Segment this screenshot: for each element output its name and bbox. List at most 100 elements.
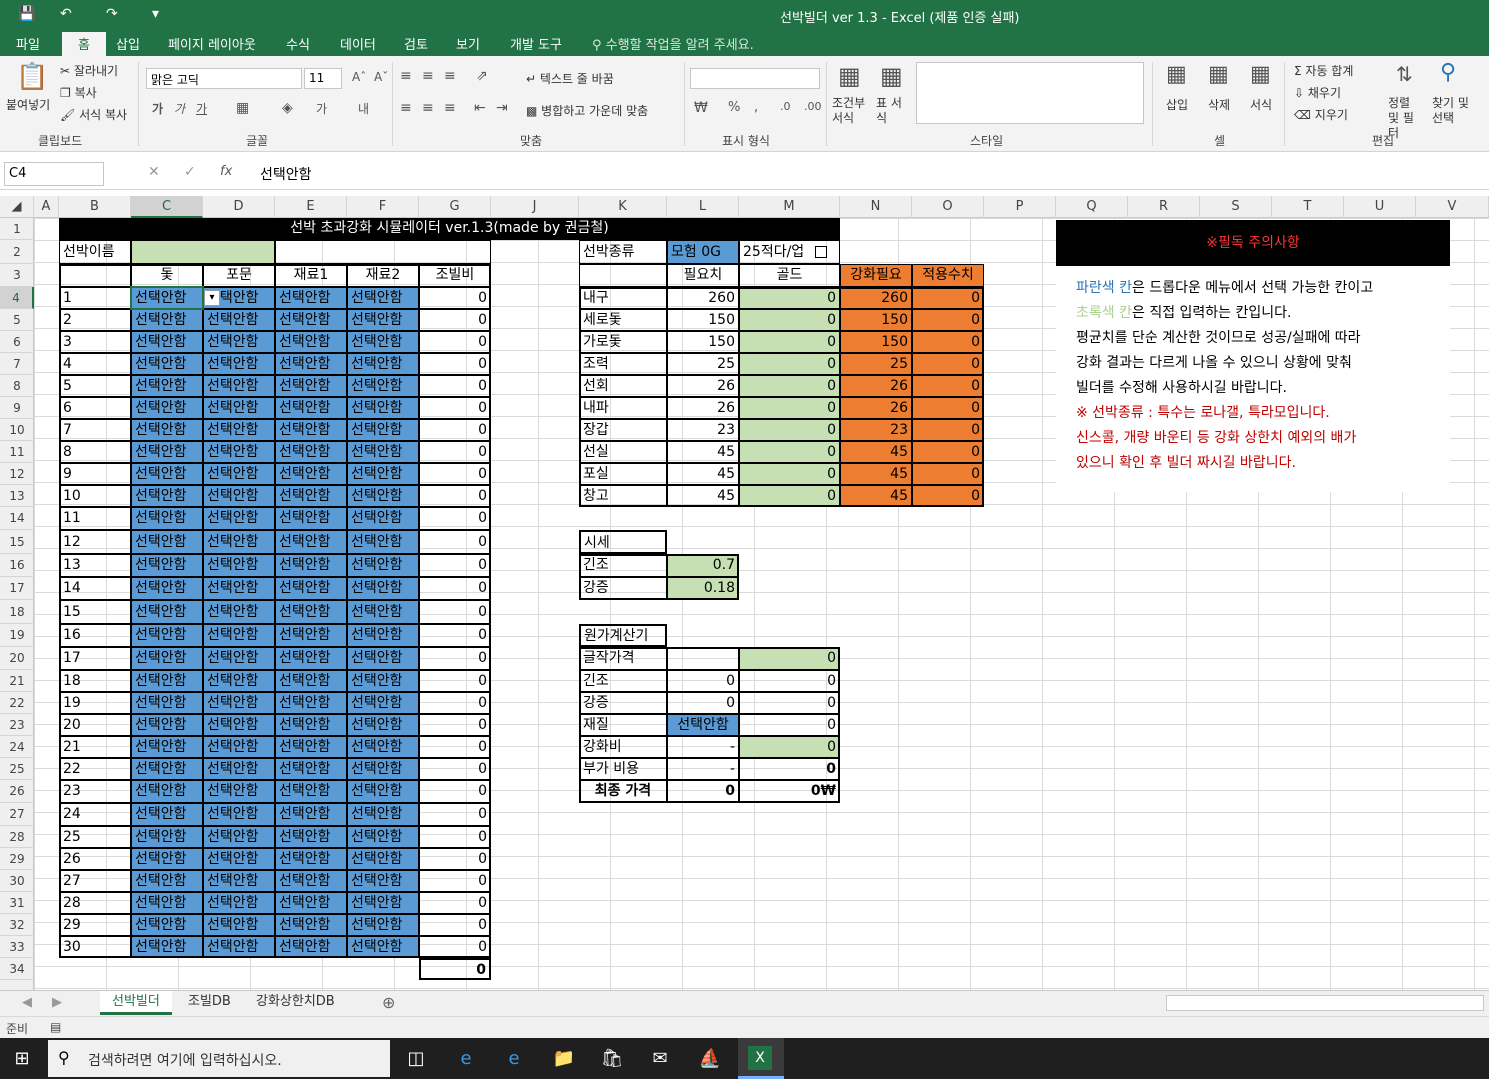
- choice-dropdown[interactable]: 선택안함: [347, 287, 419, 309]
- indent-increase-icon[interactable]: ⇥: [496, 100, 508, 116]
- choice-dropdown[interactable]: 선택안함: [347, 758, 419, 780]
- row-header[interactable]: 7: [0, 353, 34, 375]
- row-header[interactable]: 14: [0, 507, 34, 530]
- choice-dropdown[interactable]: 선택안함: [275, 914, 347, 936]
- market-value-input[interactable]: 0.18: [667, 577, 739, 600]
- col-header[interactable]: A: [34, 196, 59, 218]
- format-cells-icon[interactable]: ▦: [1250, 62, 1271, 87]
- choice-dropdown[interactable]: 선택안함: [275, 758, 347, 780]
- redo-icon[interactable]: ↷: [106, 6, 118, 22]
- worksheet-grid[interactable]: 선박 초과강화 시뮬레이터 ver.1.3(made by 권금철) 선박이름 돛 포…: [34, 218, 1489, 990]
- choice-dropdown[interactable]: 선택안함: [203, 485, 275, 507]
- choice-dropdown[interactable]: 선택안함: [347, 554, 419, 577]
- choice-dropdown[interactable]: 선택안함: [347, 870, 419, 892]
- choice-dropdown[interactable]: 선택안함: [275, 441, 347, 463]
- row-header[interactable]: 25: [0, 758, 34, 780]
- col-header[interactable]: B: [59, 196, 131, 218]
- align-left-icon[interactable]: ≡: [400, 100, 412, 116]
- format-painter-button[interactable]: 🖌 서식 복사: [60, 106, 127, 123]
- paste-button[interactable]: 붙여넣기: [6, 96, 50, 113]
- choice-dropdown[interactable]: 선택안함: [275, 353, 347, 375]
- format-table-icon[interactable]: ▦: [880, 62, 903, 90]
- choice-dropdown[interactable]: 선택안함: [347, 331, 419, 353]
- choice-dropdown[interactable]: 선택안함: [131, 692, 203, 714]
- name-box[interactable]: C4: [4, 162, 104, 186]
- sheet-tab-limitdb[interactable]: 강화상한치DB: [244, 991, 347, 1015]
- align-right-icon[interactable]: ≡: [444, 100, 456, 116]
- choice-dropdown[interactable]: 선택안함: [203, 624, 275, 647]
- choice-dropdown[interactable]: 선택안함: [131, 463, 203, 485]
- tab-view[interactable]: 보기: [456, 34, 480, 53]
- store-icon[interactable]: 🛍: [598, 1046, 626, 1072]
- row-header[interactable]: 17: [0, 577, 34, 600]
- material-dropdown[interactable]: 선택안함: [667, 714, 739, 736]
- row-header[interactable]: 2: [0, 240, 34, 264]
- horizontal-scrollbar[interactable]: [1166, 995, 1484, 1011]
- cancel-icon[interactable]: ✕: [148, 164, 160, 180]
- row-header[interactable]: 23: [0, 714, 34, 736]
- choice-dropdown[interactable]: 선택안함: [347, 647, 419, 670]
- row-header[interactable]: 15: [0, 530, 34, 554]
- row-header[interactable]: 27: [0, 803, 34, 826]
- choice-dropdown[interactable]: 선택안함: [203, 758, 275, 780]
- tab-file[interactable]: 파일: [16, 34, 40, 53]
- stat-gold-input[interactable]: 0: [739, 441, 840, 463]
- scroll-right-icon[interactable]: ▶: [52, 995, 62, 1010]
- col-header[interactable]: O: [912, 196, 984, 218]
- choice-dropdown[interactable]: 선택안함: [347, 600, 419, 624]
- format-table-button[interactable]: 표 서식: [876, 96, 906, 126]
- tell-me-box[interactable]: ⚲ 수행할 작업을 알려 주세요.: [592, 34, 754, 53]
- choice-dropdown[interactable]: 선택안함: [131, 826, 203, 848]
- choice-dropdown[interactable]: 선택안함: [347, 826, 419, 848]
- choice-dropdown[interactable]: 선택안함: [347, 848, 419, 870]
- choice-dropdown[interactable]: 선택안함: [131, 309, 203, 331]
- align-top-icon[interactable]: ≡: [400, 68, 412, 84]
- choice-dropdown[interactable]: 선택안함: [347, 624, 419, 647]
- choice-dropdown[interactable]: 선택안함: [275, 331, 347, 353]
- choice-dropdown[interactable]: 선택안함: [131, 353, 203, 375]
- row-header[interactable]: 24: [0, 736, 34, 758]
- row-header[interactable]: 1: [0, 218, 34, 240]
- col-header[interactable]: E: [275, 196, 347, 218]
- col-header[interactable]: G: [419, 196, 491, 218]
- indent-decrease-icon[interactable]: ⇤: [474, 100, 486, 116]
- choice-dropdown[interactable]: 선택안함: [131, 441, 203, 463]
- col-header[interactable]: Q: [1056, 196, 1128, 218]
- row-header[interactable]: 8: [0, 375, 34, 397]
- save-icon[interactable]: 💾: [18, 6, 35, 22]
- choice-dropdown[interactable]: 선택안함: [275, 936, 347, 958]
- find-select-icon[interactable]: ⚲: [1440, 60, 1456, 85]
- row-header[interactable]: 22: [0, 692, 34, 714]
- delete-cells-button[interactable]: 삭제: [1208, 96, 1230, 113]
- fill-button[interactable]: ⇩ 채우기: [1294, 84, 1341, 101]
- row-header[interactable]: 18: [0, 600, 34, 624]
- macro-record-icon[interactable]: ▤: [50, 1020, 61, 1034]
- row-header[interactable]: 12: [0, 463, 34, 485]
- align-middle-icon[interactable]: ≡: [422, 68, 434, 84]
- choice-dropdown[interactable]: 선택안함: [131, 780, 203, 803]
- col-header[interactable]: P: [984, 196, 1056, 218]
- choice-dropdown[interactable]: 선택안함: [347, 780, 419, 803]
- choice-dropdown[interactable]: 선택안함: [203, 848, 275, 870]
- row-header[interactable]: 16: [0, 554, 34, 577]
- choice-dropdown[interactable]: 선택안함: [203, 670, 275, 692]
- choice-dropdown[interactable]: 선택안함: [203, 375, 275, 397]
- orientation-icon[interactable]: ⇗: [476, 68, 488, 84]
- wrap-text-button[interactable]: ↵ 텍스트 줄 바꿈: [526, 70, 614, 87]
- find-select-button[interactable]: 찾기 및 선택: [1432, 96, 1478, 126]
- choice-dropdown[interactable]: 선택안함: [203, 441, 275, 463]
- col-header[interactable]: N: [840, 196, 912, 218]
- choice-dropdown[interactable]: 선택안함: [347, 397, 419, 419]
- insert-cells-button[interactable]: 삽입: [1166, 96, 1188, 113]
- add-sheet-icon[interactable]: ⊕: [382, 993, 395, 1012]
- delete-cells-icon[interactable]: ▦: [1208, 62, 1229, 87]
- choice-dropdown[interactable]: 선택안함: [275, 530, 347, 554]
- cost-input[interactable]: 0: [739, 647, 840, 670]
- row-header-selected[interactable]: 4: [0, 287, 34, 309]
- upgrade-toggle[interactable]: 25적다/업: [739, 240, 840, 264]
- choice-dropdown[interactable]: 선택안함: [275, 397, 347, 419]
- font-color-icon[interactable]: 가: [316, 100, 327, 117]
- tab-data[interactable]: 데이터: [340, 34, 376, 53]
- choice-dropdown[interactable]: 선택안함: [275, 419, 347, 441]
- choice-dropdown[interactable]: 선택안함: [131, 507, 203, 530]
